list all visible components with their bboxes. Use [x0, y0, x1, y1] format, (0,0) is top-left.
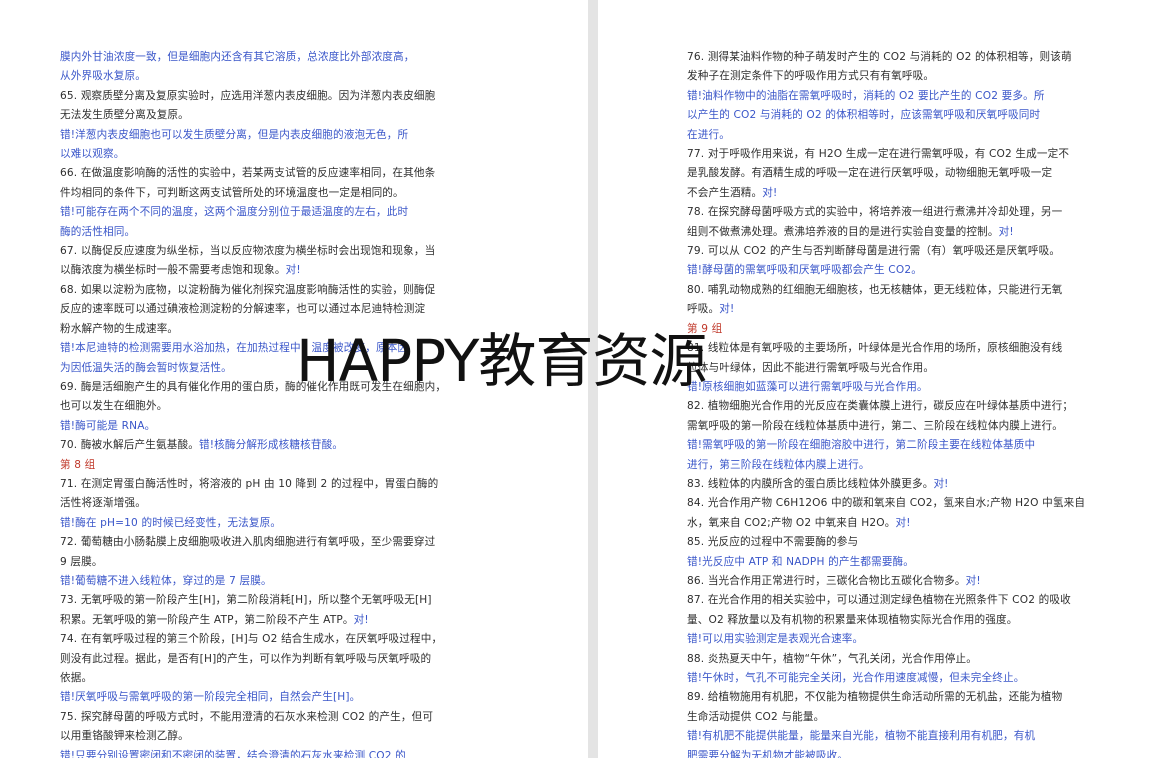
question-line: 需氧呼吸的第一阶段在线粒体基质中进行，第二、三阶段在线粒体内膜上进行。 — [687, 419, 1064, 432]
question-line: 组则不做煮沸处理。煮沸培养液的目的是进行实验自变量的控制。对! — [687, 223, 1134, 242]
question-text: 83. 线粒体的内膜所含的蛋白质比线粒体外膜更多。 — [687, 477, 934, 490]
answer-text: 对! — [998, 225, 1014, 238]
question-line: 70. 酶被水解后产生氨基酸。错!核酶分解形成核糖核苷酸。 — [60, 436, 518, 455]
answer-line: 错!酶可能是 RNA。 — [60, 419, 156, 432]
question-line: 71. 在测定胃蛋白酶活性时，将溶液的 pH 由 10 降到 2 的过程中，胃蛋… — [60, 477, 439, 490]
question-text: 70. 酶被水解后产生氨基酸。 — [60, 439, 199, 452]
question-line: 发种子在测定条件下的呼吸作用方式只有有氧呼吸。 — [687, 70, 935, 83]
question-line: 积累。无氧呼吸的第一阶段产生 ATP，第二阶段不产生 ATP。对! — [60, 611, 518, 630]
question-line: 件均相同的条件下，可判断这两支试管所处的环境温度也一定是相同的。 — [60, 186, 404, 199]
question-line: 水，氧来自 CO2;产物 O2 中氧来自 H2O。对! — [687, 514, 1134, 533]
question-line: 生命活动提供 CO2 与能量。 — [687, 710, 825, 723]
question-line: 81. 线粒体是有氧呼吸的主要场所，叶绿体是光合作用的场所，原核细胞没有线 — [687, 342, 1063, 355]
answer-line: 错!酵母菌的需氧呼吸和厌氧呼吸都会产生 CO2。 — [687, 264, 922, 277]
question-line: 77. 对于呼吸作用来说，有 H2O 生成一定在进行需氧呼吸，有 CO2 生成一… — [687, 148, 1070, 161]
answer-line: 进行，第三阶段在线粒体内膜上进行。 — [687, 458, 870, 471]
answer-text: 对! — [353, 613, 369, 626]
answer-line: 错!午休时，气孔不可能完全关闭，光合作用速度减慢，但未完全终止。 — [687, 672, 1025, 684]
question-line: 89. 给植物施用有机肥，不仅能为植物提供生命活动所需的无机盐，还能为植物 — [687, 691, 1063, 704]
answer-line: 错!原核细胞如蓝藻可以进行需氧呼吸与光合作用。 — [687, 380, 928, 393]
answer-line: 错!油料作物中的油脂在需氧呼吸时，消耗的 O2 要比产生的 CO2 要多。所 — [687, 89, 1045, 102]
question-line: 75. 探究酵母菌的呼吸方式时，不能用澄清的石灰水来检测 CO2 的产生，但可 — [60, 710, 434, 723]
question-line: 66. 在做温度影响酶的活性的实验中，若某两支试管的反应速率相同，在其他条 — [60, 167, 436, 180]
question-line: 76. 测得某油料作物的种子萌发时产生的 CO2 与消耗的 O2 的体积相等，则… — [687, 51, 1072, 63]
question-line: 粒体与叶绿体，因此不能进行需氧呼吸与光合作用。 — [687, 361, 935, 374]
answer-line: 错!有机肥不能提供能量，能量来自光能，植物不能直接利用有机肥，有机 — [687, 730, 1036, 743]
question-text: 水，氧来自 CO2;产物 O2 中氧来自 H2O。 — [687, 516, 896, 529]
answer-text: 对! — [933, 477, 949, 490]
answer-line: 错!酶在 pH=10 的时候已经变性，无法复原。 — [60, 516, 282, 529]
question-line: 呼吸。对! — [687, 300, 1134, 319]
question-line: 73. 无氧呼吸的第一阶段产生[H]，第二阶段消耗[H]，所以整个无氧呼吸无[H… — [60, 594, 432, 607]
question-line: 82. 植物细胞光合作用的光反应在类囊体膜上进行，碳反应在叶绿体基质中进行； — [687, 400, 1074, 413]
question-line: 80. 哺乳动物成熟的红细胞无细胞核，也无核糖体，更无线粒体，只能进行无氧 — [687, 283, 1063, 296]
question-line: 以酶浓度为横坐标时一般不需要考虑饱和现象。对! — [60, 261, 518, 280]
question-line: 85. 光反应的过程中不需要酶的参与 — [687, 536, 859, 549]
answer-line: 错!需氧呼吸的第一阶段在细胞溶胶中进行，第二阶段主要在线粒体基质中 — [687, 439, 1036, 452]
answer-line: 错!厌氧呼吸与需氧呼吸的第一阶段完全相同，自然会产生[H]。 — [60, 691, 361, 704]
answer-line: 错!光反应中 ATP 和 NADPH 的产生都需要酶。 — [687, 555, 915, 568]
answer-line: 错!可能存在两个不同的温度，这两个温度分别位于最适温度的左右，此时 — [60, 206, 409, 219]
answer-line: 膜内外甘油浓度一致，但是细胞内还含有其它溶质，总浓度比外部浓度高， — [60, 51, 415, 63]
question-line: 72. 葡萄糖由小肠黏膜上皮细胞吸收进入肌肉细胞进行有氧呼吸，至少需要穿过 — [60, 536, 436, 549]
question-line: 活性将逐渐增强。 — [60, 497, 146, 510]
answer-text: 对! — [762, 186, 778, 199]
question-line: 量、O2 释放量以及有机物的积累量来体现植物实际光合作用的强度。 — [687, 613, 1018, 626]
answer-line: 在进行。 — [687, 128, 730, 141]
question-text: 以酶浓度为横坐标时一般不需要考虑饱和现象。 — [60, 264, 286, 277]
question-line: 65. 观察质壁分离及复原实验时，应选用洋葱内表皮细胞。因为洋葱内表皮细胞 — [60, 89, 436, 102]
watermark-text: HAPPY教育资源 — [296, 327, 707, 395]
answer-line: 错!可以用实验测定是表观光合速率。 — [687, 633, 864, 646]
group-heading: 第 8 组 — [60, 458, 96, 471]
answer-text: 对! — [965, 574, 981, 587]
group-heading: 第 9 组 — [687, 322, 723, 335]
answer-text: 对! — [285, 264, 301, 277]
question-line: 88. 炎热夏天中午，植物“午休”，气孔关闭，光合作用停止。 — [687, 652, 977, 665]
answer-line: 错!洋葱内表皮细胞也可以发生质壁分离，但是内表皮细胞的液泡无色，所 — [60, 128, 409, 141]
answer-text: 对! — [895, 516, 911, 529]
question-text: 呼吸。 — [687, 303, 720, 316]
question-line: 74. 在有氧呼吸过程的第三个阶段，[H]与 O2 结合生成水，在厌氧呼吸过程中… — [60, 633, 443, 646]
question-text: 积累。无氧呼吸的第一阶段产生 ATP，第二阶段不产生 ATP。 — [60, 613, 354, 626]
question-line: 79. 可以从 CO2 的产生与否判断酵母菌是进行需（有）氧呼吸还是厌氧呼吸。 — [687, 245, 1061, 258]
answer-line: 肥需要分解为无机物才能被吸收。 — [687, 749, 849, 758]
question-line: 以用重铬酸钾来检测乙醇。 — [60, 730, 189, 743]
question-line: 84. 光合作用产物 C6H12O6 中的碳和氧来自 CO2，氢来自水;产物 H… — [687, 497, 1086, 510]
question-line: 9 层膜。 — [60, 555, 103, 568]
question-line: 是乳酸发酵。有酒精生成的呼吸一定在进行厌氧呼吸，动物细胞无氧呼吸一定 — [687, 167, 1053, 180]
question-line: 83. 线粒体的内膜所含的蛋白质比线粒体外膜更多。对! — [687, 475, 1134, 494]
question-text: 组则不做煮沸处理。煮沸培养液的目的是进行实验自变量的控制。 — [687, 225, 999, 238]
answer-line: 错!只要分别设置密闭和不密闭的装置，结合澄清的石灰水来检测 CO2 的 — [60, 749, 406, 758]
answer-line: 以难以观察。 — [60, 148, 125, 161]
question-line: 68. 如果以淀粉为底物，以淀粉酶为催化剂探究温度影响酶活性的实验，则酶促 — [60, 283, 436, 296]
answer-line: 以产生的 CO2 与消耗的 O2 的体积相等时，应该需氧呼吸和厌氧呼吸同时 — [687, 109, 1041, 122]
answer-line: 酶的活性相同。 — [60, 225, 136, 238]
answer-text: 对! — [719, 303, 735, 316]
answer-line: 错!葡萄糖不进入线粒体，穿过的是 7 层膜。 — [60, 574, 272, 587]
question-text: 86. 当光合作用正常进行时，三碳化合物比五碳化合物多。 — [687, 574, 966, 587]
question-line: 不会产生酒精。对! — [687, 184, 1134, 203]
answer-text: 错!核酶分解形成核糖核苷酸。 — [199, 439, 344, 452]
question-text: 不会产生酒精。 — [687, 186, 763, 199]
question-line: 也可以发生在细胞外。 — [60, 400, 168, 413]
question-line: 反应的速率既可以通过碘液检测淀粉的分解速率，也可以通过本尼迪特检测淀 — [60, 303, 426, 316]
question-line: 67. 以酶促反应速度为纵坐标，当以反应物浓度为横坐标时会出现饱和现象，当 — [60, 245, 436, 258]
answer-line: 从外界吸水复原。 — [60, 70, 146, 83]
question-line: 依据。 — [60, 672, 93, 684]
question-line: 则没有此过程。据此，是否有[H]的产生，可以作为判断有氧呼吸与厌氧呼吸的 — [60, 652, 432, 665]
question-line: 86. 当光合作用正常进行时，三碳化合物比五碳化合物多。对! — [687, 572, 1134, 591]
question-line: 78. 在探究酵母菌呼吸方式的实验中，将培养液一组进行煮沸并冷却处理，另一 — [687, 206, 1063, 219]
question-line: 无法发生质壁分离及复原。 — [60, 109, 189, 122]
question-line: 87. 在光合作用的相关实验中，可以通过测定绿色植物在光照条件下 CO2 的吸收 — [687, 594, 1071, 607]
